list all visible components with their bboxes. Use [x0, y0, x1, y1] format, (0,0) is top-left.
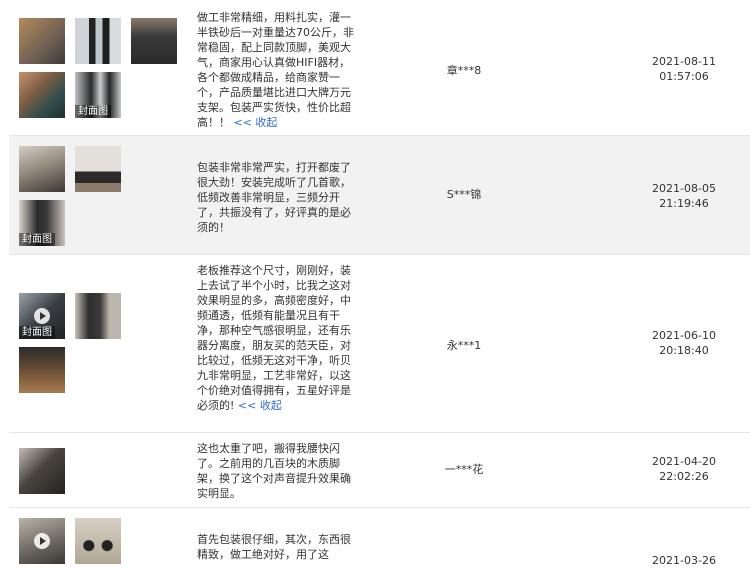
review-photo[interactable]: 封面图	[75, 72, 121, 118]
review-datetime: 2021-06-10 20:18:40	[629, 328, 739, 358]
review-photo[interactable]	[75, 146, 121, 192]
review-photo[interactable]	[75, 518, 121, 564]
review-date: 2021-06-10	[652, 329, 716, 342]
review-photo[interactable]	[75, 18, 121, 64]
review-datetime: 2021-04-20 22:02:26	[629, 454, 739, 484]
review-photo[interactable]	[19, 347, 65, 393]
review-row: 封面图 做工非常精细，用料扎实，灌一半铁砂后一对重量达70公斤，非常稳固，配上同…	[9, 0, 750, 136]
review-date: 2021-04-20	[652, 455, 716, 468]
reviewer-name: S***锦	[446, 188, 482, 201]
review-photo[interactable]	[19, 146, 65, 192]
review-row: 封面图 老板推荐这个尺寸，刚刚好，装上去试了半个小时，比我之这对效果明显的多，高…	[9, 255, 750, 433]
review-row: 封面图 包装非常非常严实，打开都废了很大劲！安装完成听了几首歌，低频改善非常明显…	[9, 136, 750, 255]
review-text: 做工非常精细，用料扎实，灌一半铁砂后一对重量达70公斤，非常稳固，配上同款顶脚，…	[197, 11, 354, 129]
review-photo[interactable]	[131, 18, 177, 64]
review-photo[interactable]: 封面图	[19, 293, 65, 339]
reviewer-name: 永***1	[446, 339, 482, 352]
review-datetime: 2021-03-26	[629, 553, 739, 568]
review-text: 老板推荐这个尺寸，刚刚好，装上去试了半个小时，比我之这对效果明显的多，高频密度好…	[197, 264, 351, 412]
review-photo[interactable]	[19, 72, 65, 118]
review-photo[interactable]	[19, 18, 65, 64]
review-text: 这也太重了吧，搬得我腰快闪了。之前用的几百块的木质脚架，换了这个对声音提升效果确…	[197, 442, 351, 500]
review-photo[interactable]: 封面图	[19, 200, 65, 246]
reviewer-name: 章***8	[446, 64, 482, 77]
review-date: 2021-08-05	[652, 182, 716, 195]
review-text: 首先包装很仔细，其次，东西很精致，做工绝对好，用了这	[197, 533, 351, 561]
review-time: 21:19:46	[659, 197, 709, 210]
review-date: 2021-03-26	[652, 554, 716, 567]
review-row: 这也太重了吧，搬得我腰快闪了。之前用的几百块的木质脚架，换了这个对声音提升效果确…	[9, 433, 750, 508]
reviewer-name: 一***花	[444, 463, 484, 476]
collapse-link[interactable]: << 收起	[238, 399, 282, 412]
cover-image-tag: 封面图	[75, 105, 111, 118]
review-datetime: 2021-08-11 01:57:06	[629, 54, 739, 84]
review-photo[interactable]	[75, 293, 121, 339]
review-time: 01:57:06	[659, 70, 709, 83]
review-time: 20:18:40	[659, 344, 709, 357]
review-photo[interactable]	[19, 518, 65, 564]
play-video-icon[interactable]	[34, 308, 50, 324]
collapse-link[interactable]: << 收起	[234, 116, 278, 129]
review-datetime: 2021-08-05 21:19:46	[629, 181, 739, 211]
review-date: 2021-08-11	[652, 55, 716, 68]
review-time: 22:02:26	[659, 470, 709, 483]
review-text: 包装非常非常严实，打开都废了很大劲！安装完成听了几首歌，低频改善非常明显，三频分…	[197, 161, 351, 234]
cover-image-tag: 封面图	[19, 326, 55, 339]
cover-image-tag: 封面图	[19, 233, 55, 246]
review-photo[interactable]	[19, 448, 65, 494]
review-row: 首先包装很仔细，其次，东西很精致，做工绝对好，用了这 2021-03-26	[9, 508, 750, 567]
play-video-icon[interactable]	[34, 533, 50, 549]
